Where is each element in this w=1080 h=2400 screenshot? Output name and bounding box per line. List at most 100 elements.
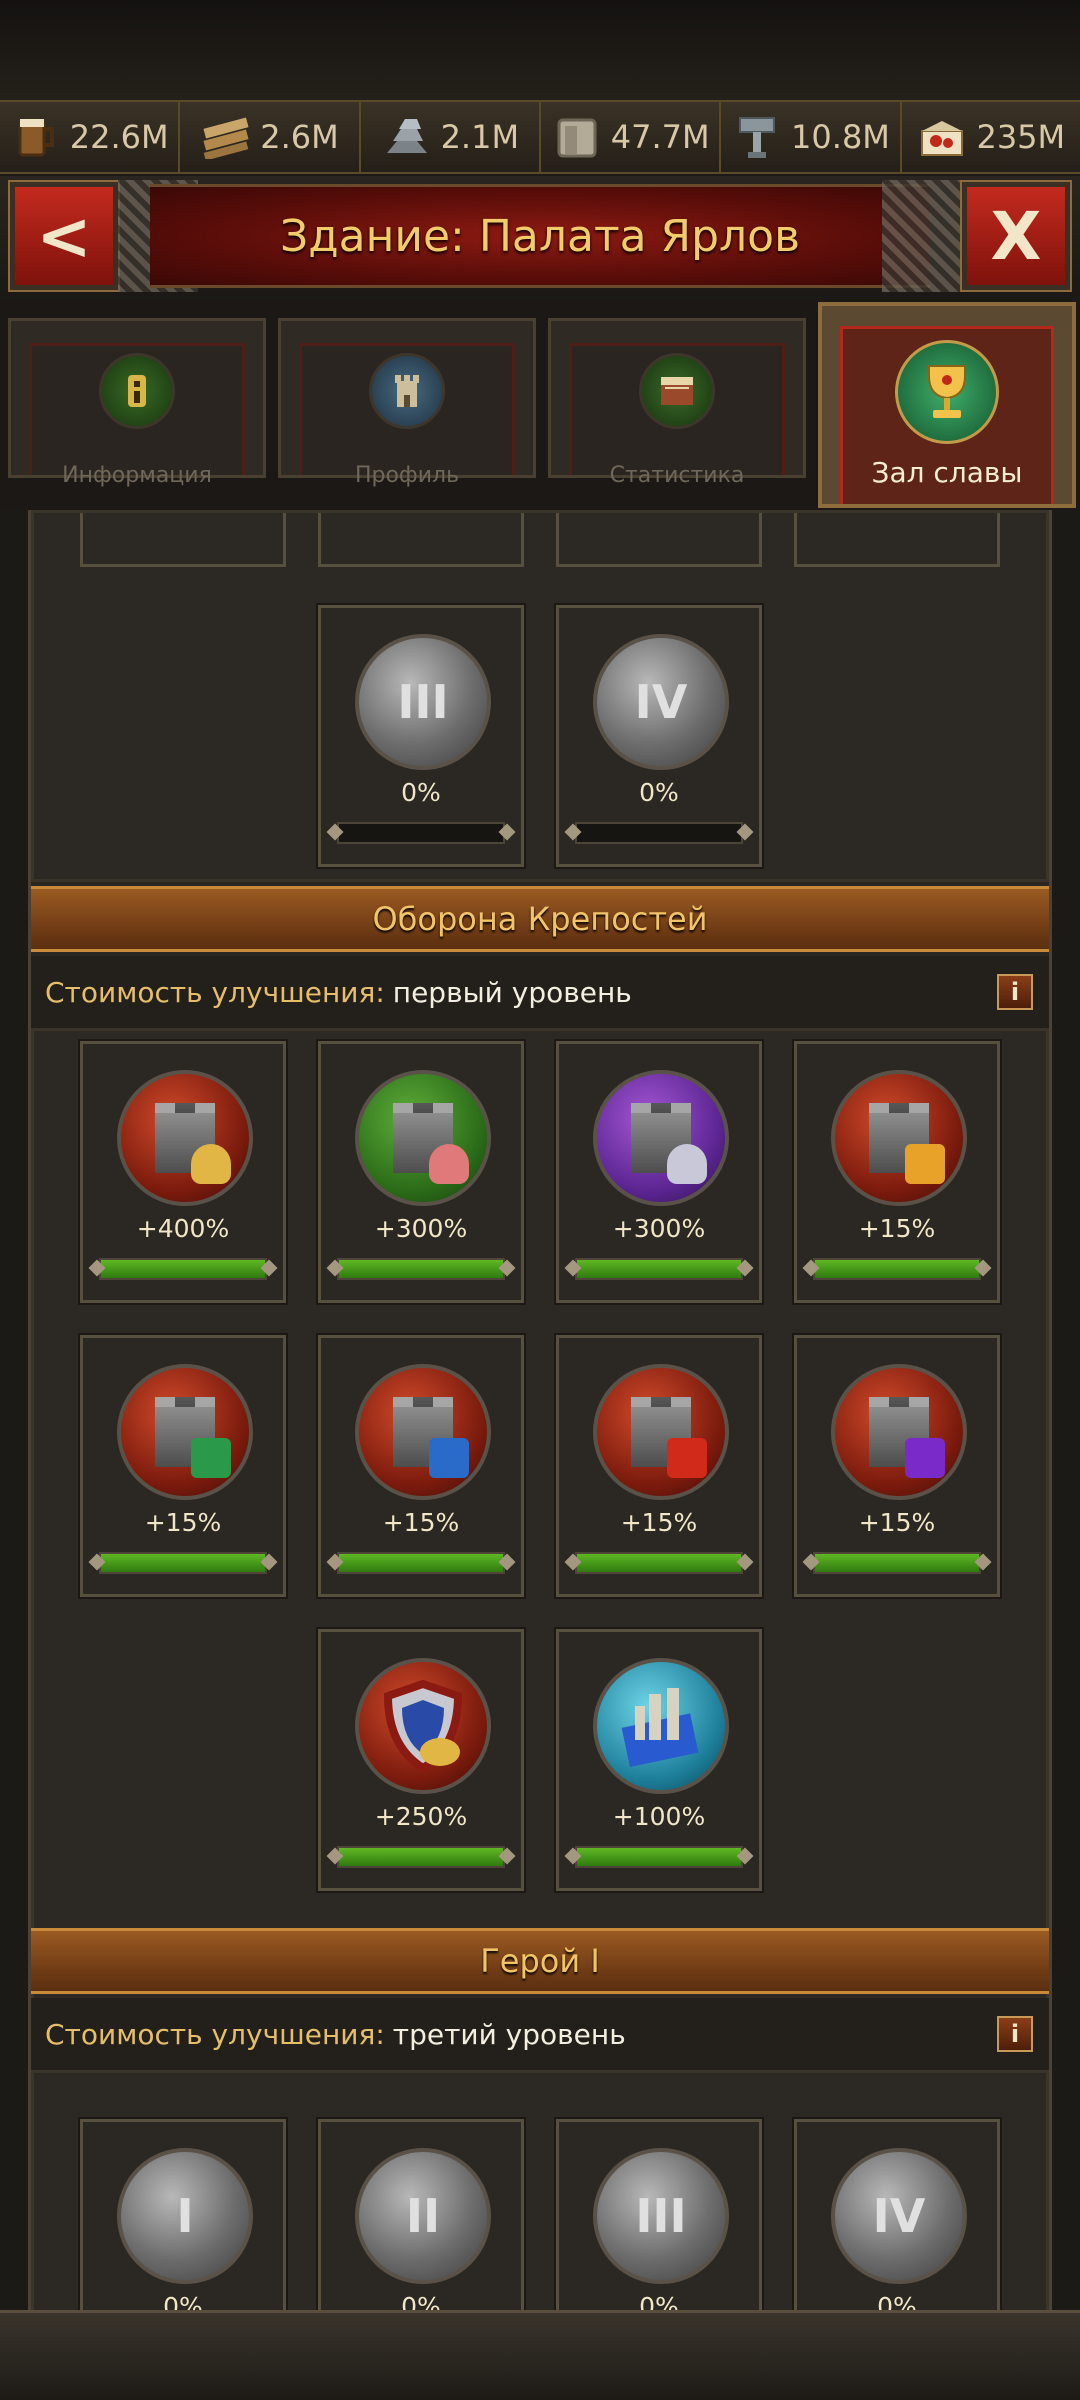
fortress-banner-medal-icon — [593, 1364, 729, 1500]
achievement-tile[interactable]: +15% — [792, 1039, 1002, 1305]
fortress-banner-medal-icon — [831, 1070, 967, 1206]
upgrade-cost-label: Стоимость улучшения: — [45, 2017, 385, 2051]
achievement-tile[interactable]: II 0% — [316, 2117, 526, 2310]
resource-bar: 22.6M 2.6M 2.1M 47.7M 10.8M 235M — [0, 100, 1080, 174]
resource-food-value: 22.6M — [69, 118, 169, 156]
fortress-helmet-medal-icon — [117, 1070, 253, 1206]
upgrade-cost-label: Стоимость улучшения: — [45, 975, 385, 1009]
achievement-tile[interactable]: III 0% — [316, 603, 526, 869]
achievement-tile[interactable]: IV 0% — [554, 603, 764, 869]
info-icon: i — [1010, 2020, 1020, 2048]
beer-mug-icon — [10, 111, 62, 163]
resource-iron[interactable]: 2.1M — [360, 102, 541, 172]
info-icon: i — [1010, 978, 1020, 1006]
title-plate: Здание: Палата Ярлов — [150, 184, 930, 288]
hammer-icon — [731, 111, 783, 163]
resource-hammer-value: 10.8M — [791, 118, 890, 156]
achievement-progress-bar — [813, 1258, 981, 1280]
resource-gold[interactable]: 235M — [901, 102, 1080, 172]
achievement-progress-bar — [575, 1846, 743, 1868]
resource-food[interactable]: 22.6M — [0, 102, 181, 172]
hero-shield-medal-icon: IV — [831, 2148, 967, 2284]
page-title: Здание: Палата Ярлов — [279, 210, 801, 262]
upgrade-cost-value: третий уровень — [392, 2017, 626, 2051]
section-header-fortress-defense: Оборона Крепостей — [31, 886, 1049, 952]
fortress-banner-medal-icon — [117, 1364, 253, 1500]
fortress-banner-medal-icon — [831, 1364, 967, 1500]
fortress-helmet-medal-icon — [593, 1070, 729, 1206]
achievement-percent: +100% — [612, 1802, 706, 1831]
fortress-banner-medal-icon — [355, 1364, 491, 1500]
status-strip — [0, 0, 1080, 100]
achievement-tile[interactable]: +300% — [554, 1039, 764, 1305]
resource-wood-value: 2.6M — [260, 118, 339, 156]
achievement-progress-bar — [575, 1552, 743, 1574]
section-frame: III 0% IV 0% — [31, 510, 1049, 882]
iron-ingots-icon — [381, 111, 433, 163]
shield-helmet-medal-icon — [355, 1658, 491, 1794]
celtic-knot-ornament — [882, 180, 962, 292]
resource-stone-value: 47.7M — [610, 118, 710, 156]
resource-hammer[interactable]: 10.8M — [721, 102, 902, 172]
achievement-percent: 0% — [401, 778, 441, 807]
ledger-icon — [639, 353, 715, 429]
tab-statistics-label: Статистика — [609, 463, 745, 488]
achievement-percent: 0% — [163, 2292, 203, 2310]
achievement-progress-bar — [575, 822, 743, 844]
hero-shield-medal-icon: III — [593, 2148, 729, 2284]
achievement-tile[interactable]: +400% — [78, 1039, 288, 1305]
achievement-tile[interactable]: +15% — [316, 1333, 526, 1599]
achievement-tile[interactable]: +15% — [792, 1333, 1002, 1599]
hero-shield-medal-icon: I — [117, 2148, 253, 2284]
close-icon: X — [990, 197, 1042, 275]
hall-of-fame-list[interactable]: III 0% IV 0% Оборона Крепостей Стоимость… — [28, 510, 1052, 2310]
tab-profile[interactable]: Профиль — [278, 318, 536, 488]
achievement-tile[interactable]: III 0% — [554, 2117, 764, 2310]
info-button[interactable]: i — [997, 2016, 1033, 2052]
tab-hall-of-fame[interactable]: Зал славы — [818, 302, 1076, 508]
resource-stone[interactable]: 47.7M — [540, 102, 722, 172]
wood-planks-icon — [200, 111, 252, 163]
achievement-tile[interactable]: +300% — [316, 1039, 526, 1305]
achievement-tile[interactable]: I 0% — [78, 2117, 288, 2310]
tab-info-label: Информация — [62, 463, 212, 488]
achievement-percent: +15% — [620, 1508, 698, 1537]
achievement-progress-bar — [813, 1552, 981, 1574]
goblet-icon — [895, 340, 999, 444]
section-frame: I 0% II 0% III 0% IV 0% — [31, 2070, 1049, 2310]
achievement-percent: 0% — [401, 2292, 441, 2310]
tab-hall-of-fame-label: Зал славы — [871, 456, 1023, 489]
achievement-tile[interactable]: IV 0% — [792, 2117, 1002, 2310]
achievement-percent: +15% — [858, 1214, 936, 1243]
achievement-progress-bar — [337, 822, 505, 844]
achievement-progress-bar — [337, 1258, 505, 1280]
treasure-chest-icon — [916, 111, 968, 163]
achievement-percent: +400% — [136, 1214, 230, 1243]
achievement-tile[interactable]: +100% — [554, 1627, 764, 1893]
resource-iron-value: 2.1M — [440, 118, 520, 156]
tab-info[interactable]: Информация — [8, 318, 266, 488]
achievement-progress-bar — [337, 1552, 505, 1574]
achievement-tile[interactable]: +15% — [78, 1333, 288, 1599]
section-header-hero-i: Герой I — [31, 1928, 1049, 1994]
achievement-tile[interactable]: +15% — [554, 1333, 764, 1599]
achievement-percent: +300% — [612, 1214, 706, 1243]
upgrade-cost-row: Стоимость улучшения: третий уровень i — [31, 1998, 1049, 2070]
resource-wood[interactable]: 2.6M — [180, 102, 361, 172]
achievement-progress-bar — [575, 1258, 743, 1280]
back-arrow-icon: < — [36, 197, 92, 275]
title-bar: < Здание: Палата Ярлов X — [0, 176, 1080, 296]
info-button[interactable]: i — [997, 974, 1033, 1010]
close-button[interactable]: X — [960, 180, 1072, 292]
achievement-percent: +250% — [374, 1802, 468, 1831]
shield-banner-medal-icon: IV — [593, 634, 729, 770]
back-button[interactable]: < — [8, 180, 120, 292]
achievement-percent: +15% — [382, 1508, 460, 1537]
tab-statistics[interactable]: Статистика — [548, 318, 806, 488]
info-scroll-icon — [99, 353, 175, 429]
upgrade-cost-row: Стоимость улучшения: первый уровень i — [31, 956, 1049, 1028]
tab-profile-label: Профиль — [354, 463, 460, 488]
achievement-percent: +300% — [374, 1214, 468, 1243]
achievement-tile[interactable]: +250% — [316, 1627, 526, 1893]
tower-icon — [369, 353, 445, 429]
